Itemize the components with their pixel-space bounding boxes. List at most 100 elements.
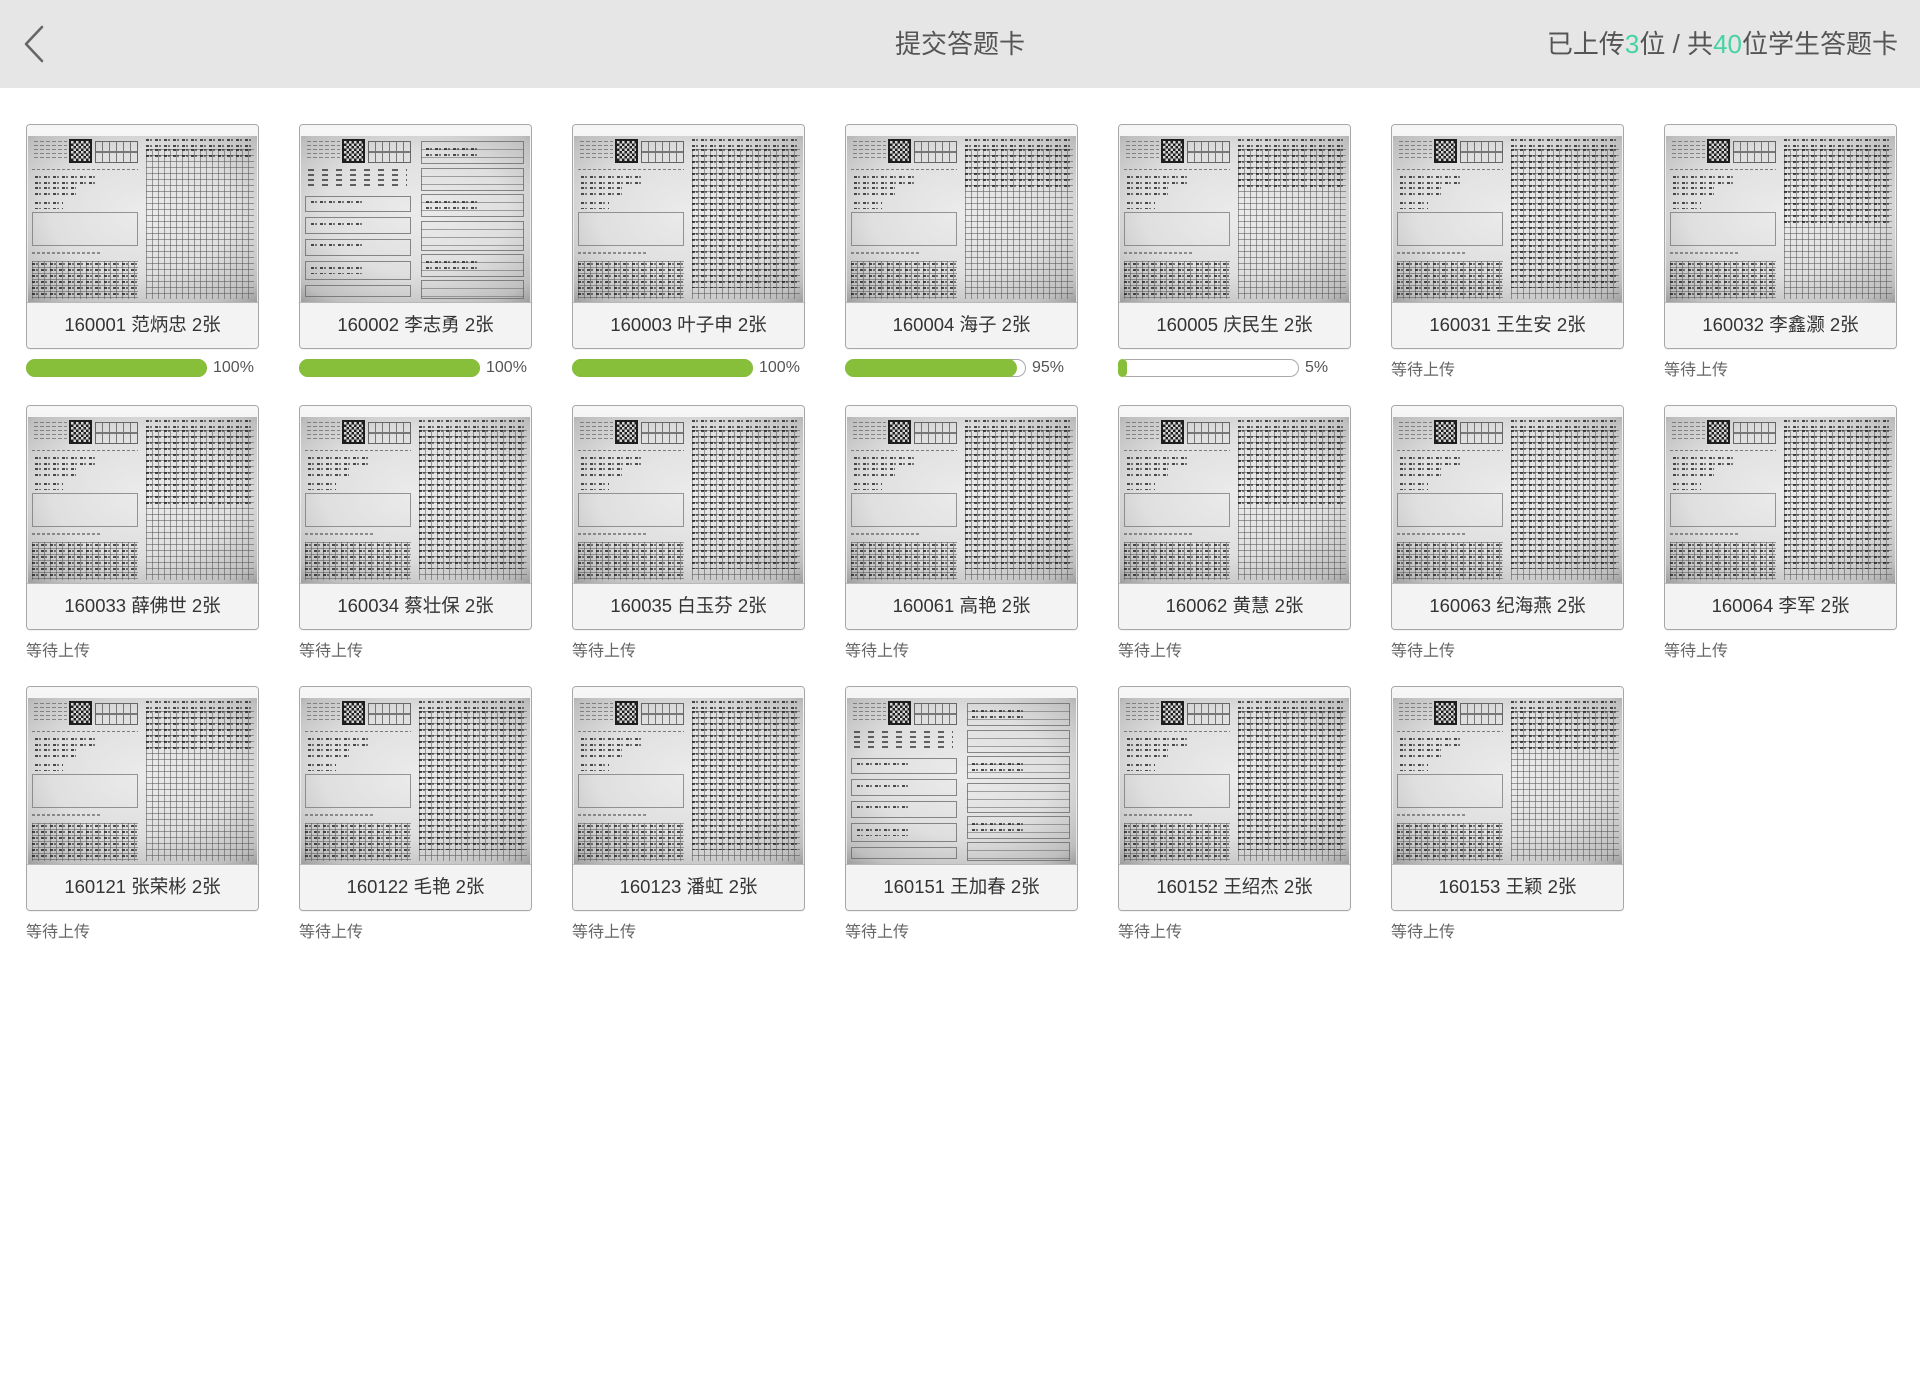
answer-sheet-card[interactable]: 160002 李志勇 2张 xyxy=(299,124,532,349)
answer-sheet-card[interactable]: 160032 李鑫灏 2张 xyxy=(1664,124,1897,349)
qr-code xyxy=(1160,138,1184,163)
sheet-info-table xyxy=(641,421,684,444)
sheet-header-text xyxy=(579,702,613,723)
answer-sheet-card[interactable]: 160003 叶子申 2张 xyxy=(572,124,805,349)
sheet-writing-grid xyxy=(1670,541,1776,580)
handwriting-block xyxy=(1237,149,1346,189)
student-item: 160033 薛佛世 2张 等待上传 xyxy=(26,405,259,660)
scanned-answer-sheet xyxy=(1393,698,1622,864)
sheet-essay-grid xyxy=(1783,430,1892,580)
sheet-left-section xyxy=(1122,136,1232,302)
answer-sheet-card[interactable]: 160063 纪海燕 2张 xyxy=(1391,405,1624,630)
upload-progress-fill xyxy=(845,358,1017,377)
qr-code xyxy=(68,138,92,163)
student-name: 王绍杰 xyxy=(1223,876,1279,897)
answer-sheet-card[interactable]: 160151 王加春 2张 xyxy=(845,686,1078,911)
student-id: 160062 xyxy=(1165,595,1228,616)
handwriting-heading xyxy=(691,701,800,710)
sheet-answer-box xyxy=(32,212,138,246)
answer-sheet-card[interactable]: 160034 蔡壮保 2张 xyxy=(299,405,532,630)
handwriting-block xyxy=(578,262,684,296)
sheet-divider xyxy=(1124,450,1230,452)
sheet-header-text xyxy=(1398,421,1432,442)
handwriting-block xyxy=(145,149,254,159)
sheet-essay-grid xyxy=(418,430,527,580)
upload-waiting-status: 等待上传 xyxy=(845,923,910,941)
answer-sheet-thumbnail xyxy=(27,406,258,583)
upload-waiting-status: 等待上传 xyxy=(572,923,637,941)
upload-progress-percent: 100% xyxy=(759,358,800,376)
sheet-caption xyxy=(1397,252,1466,255)
handwriting-name xyxy=(1126,483,1156,491)
sheet-answer-box xyxy=(1124,774,1230,808)
answer-sheet-card[interactable]: 160004 海子 2张 xyxy=(845,124,1078,349)
sheet-info-table xyxy=(1460,140,1503,163)
answer-sheet-card[interactable]: 160064 李军 2张 xyxy=(1664,405,1897,630)
upload-status: 等待上传 xyxy=(299,639,532,660)
sheet-caption xyxy=(1670,533,1739,536)
sheet-count: 2张 xyxy=(191,595,221,616)
sheet-info-table xyxy=(1187,140,1230,163)
sheet-writing-grid xyxy=(578,260,684,299)
student-id: 160005 xyxy=(1156,314,1219,335)
upload-progress-bar xyxy=(1118,358,1299,377)
scanned-answer-sheet xyxy=(847,136,1076,302)
sheet-essay-grid xyxy=(145,149,254,299)
sheet-answer-box xyxy=(421,280,525,299)
upload-status: 等待上传 xyxy=(26,639,259,660)
sheet-writing-grid xyxy=(851,541,957,580)
handwriting-block xyxy=(32,543,138,577)
handwriting-block xyxy=(851,262,957,296)
answer-sheet-card[interactable]: 160062 黄慧 2张 xyxy=(1118,405,1351,630)
answer-sheet-card[interactable]: 160061 高艳 2张 xyxy=(845,405,1078,630)
student-name: 范炳忠 xyxy=(131,314,187,335)
answer-sheet-card[interactable]: 160123 潘虹 2张 xyxy=(572,686,805,911)
page-title: 提交答题卡 xyxy=(894,29,1025,59)
qr-code xyxy=(887,700,911,725)
handwriting-line xyxy=(1399,456,1462,466)
upload-progress-fill xyxy=(1118,358,1128,377)
handwriting-line xyxy=(1399,468,1442,477)
sheet-header-text xyxy=(306,421,340,442)
sheet-essay-grid xyxy=(1783,149,1892,299)
sheet-count: 2张 xyxy=(1283,876,1313,897)
student-id: 160064 xyxy=(1711,595,1774,616)
answer-sheet-card[interactable]: 160005 庆民生 2张 xyxy=(1118,124,1351,349)
answer-sheet-card[interactable]: 160035 白玉芬 2张 xyxy=(572,405,805,630)
answer-sheet-card[interactable]: 160001 范炳忠 2张 xyxy=(26,124,259,349)
answer-sheet-card[interactable]: 160031 王生安 2张 xyxy=(1391,124,1624,349)
handwriting-line xyxy=(307,456,370,466)
sheet-header-text xyxy=(33,702,67,723)
sheet-caption xyxy=(32,252,101,255)
answer-sheet-card[interactable]: 160152 王绍杰 2张 xyxy=(1118,686,1351,911)
sheet-info-table xyxy=(1187,702,1230,725)
sheet-answer-box xyxy=(305,238,411,256)
answer-sheet-card[interactable]: 160121 张荣彬 2张 xyxy=(26,686,259,911)
sheet-count: 2张 xyxy=(737,314,767,335)
handwriting-heading xyxy=(1237,420,1346,429)
back-button[interactable] xyxy=(12,22,56,66)
answer-sheet-card[interactable]: 160153 王颖 2张 xyxy=(1391,686,1624,911)
student-name: 白玉芬 xyxy=(677,595,733,616)
answer-sheet-card[interactable]: 160122 毛艳 2张 xyxy=(299,686,532,911)
answer-sheet-card[interactable]: 160033 薛佛世 2张 xyxy=(26,405,259,630)
upload-progress-percent: 95% xyxy=(1032,358,1065,376)
student-item: 160061 高艳 2张 等待上传 xyxy=(845,405,1078,660)
sheet-count: 2张 xyxy=(1547,876,1577,897)
sheet-info-table xyxy=(95,702,138,725)
student-id: 160122 xyxy=(346,876,409,897)
handwriting-block xyxy=(418,430,527,570)
handwriting-name xyxy=(853,483,883,491)
handwriting-line xyxy=(34,468,77,477)
sheet-header-text xyxy=(852,140,886,161)
sheet-header-text xyxy=(33,140,67,161)
handwriting-line xyxy=(34,456,97,466)
handwriting-line xyxy=(1126,737,1189,747)
sheet-divider xyxy=(1124,731,1230,733)
sheet-caption xyxy=(305,533,374,536)
handwriting-line xyxy=(1126,456,1189,466)
handwriting-block xyxy=(145,430,254,508)
sheet-left-section xyxy=(1395,417,1505,583)
student-label: 160031 王生安 2张 xyxy=(1392,302,1623,348)
sheet-header-text xyxy=(1671,140,1705,161)
